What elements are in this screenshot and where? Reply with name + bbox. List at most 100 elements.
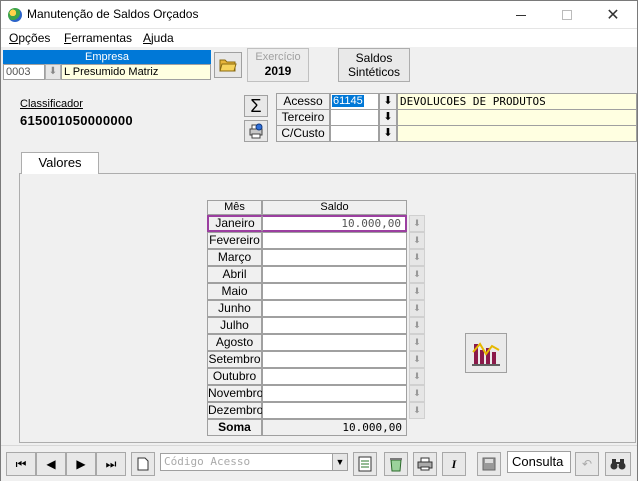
italic-i-icon: I — [451, 456, 457, 471]
ccusto-description — [397, 125, 637, 142]
close-icon: ✕ — [606, 7, 620, 24]
menu-ajuda[interactable]: Ajuda — [143, 31, 174, 45]
maximize-icon — [562, 10, 572, 20]
terceiro-description — [397, 109, 637, 126]
row-dropdown-button[interactable]: ⬇ — [409, 232, 425, 249]
title-bar: Manutenção de Saldos Orçados ✕ — [1, 1, 637, 29]
row-dropdown-button[interactable]: ⬇ — [409, 317, 425, 334]
acesso-input[interactable]: 61145 — [330, 93, 379, 110]
field-row-acesso: Acesso 61145 ⬇ DEVOLUCOES DE PRODUTOS — [276, 93, 637, 110]
row-dropdown-button[interactable]: ⬇ — [409, 300, 425, 317]
undo-icon: ↶ — [581, 457, 593, 471]
tab-valores[interactable]: Valores — [21, 152, 99, 174]
saldo-cell[interactable] — [262, 402, 407, 419]
arrow-down-icon: ⬇ — [413, 218, 421, 228]
row-dropdown-button[interactable]: ⬇ — [409, 402, 425, 419]
month-cell: Maio — [207, 283, 262, 300]
saldo-cell[interactable] — [262, 300, 407, 317]
saldo-cell[interactable] — [262, 232, 407, 249]
exercicio-box: Exercício 2019 — [247, 48, 309, 82]
binoculars-icon — [610, 459, 626, 470]
row-dropdown-button[interactable]: ⬇ — [409, 249, 425, 266]
month-cell: Março — [207, 249, 262, 266]
report-button[interactable] — [244, 120, 268, 142]
info-button[interactable]: I — [442, 452, 466, 476]
empresa-code-field[interactable]: 0003 — [3, 64, 45, 80]
terceiro-dropdown-button[interactable]: ⬇ — [379, 109, 397, 126]
folder-icon — [219, 59, 237, 72]
saldo-cell[interactable] — [262, 266, 407, 283]
row-dropdown-button[interactable]: ⬇ — [409, 283, 425, 300]
row-dropdown-button[interactable]: ⬇ — [409, 215, 425, 232]
exercicio-label: Exercício — [255, 51, 301, 63]
first-record-button[interactable]: ⏮ — [6, 452, 36, 476]
terceiro-label: Terceiro — [276, 109, 330, 126]
arrow-down-icon: ⬇ — [383, 127, 393, 139]
sigma-icon: Σ — [250, 96, 262, 116]
arrow-down-icon: ⬇ — [413, 286, 421, 296]
saldo-cell[interactable] — [262, 334, 407, 351]
field-row-terceiro: Terceiro ⬇ — [276, 109, 637, 126]
minimize-icon — [516, 14, 526, 16]
combo-dropdown-button[interactable]: ▼ — [332, 454, 347, 470]
saldo-cell[interactable]: 10.000,00 — [262, 215, 407, 232]
saldo-cell[interactable] — [262, 283, 407, 300]
save-button[interactable] — [477, 452, 501, 476]
empresa-name-field[interactable]: L Presumido Matriz — [61, 64, 211, 80]
next-record-button[interactable]: ▶ — [66, 452, 96, 476]
arrow-down-icon: ⬇ — [413, 320, 421, 330]
recycle-button[interactable] — [384, 452, 408, 476]
row-dropdown-button[interactable]: ⬇ — [409, 385, 425, 402]
document-grid-icon — [358, 456, 372, 472]
next-icon: ▶ — [76, 457, 86, 471]
field-row-ccusto: C/Custo ⬇ — [276, 125, 637, 142]
month-cell: Julho — [207, 317, 262, 334]
last-record-button[interactable]: ⏭ — [96, 452, 126, 476]
terceiro-input[interactable] — [330, 109, 379, 126]
saldo-cell[interactable] — [262, 368, 407, 385]
app-icon — [8, 8, 22, 22]
row-dropdown-button[interactable]: ⬇ — [409, 351, 425, 368]
first-icon: ⏮ — [15, 456, 27, 471]
ccusto-dropdown-button[interactable]: ⬇ — [379, 125, 397, 142]
month-cell: Fevereiro — [207, 232, 262, 249]
saldo-cell[interactable] — [262, 385, 407, 402]
row-dropdown-button[interactable]: ⬇ — [409, 368, 425, 385]
acesso-label: Acesso — [276, 93, 330, 110]
month-cell: Agosto — [207, 334, 262, 351]
saldo-cell[interactable] — [262, 317, 407, 334]
edit-document-button[interactable] — [353, 452, 377, 476]
recycle-bin-icon — [390, 458, 402, 472]
ccusto-label: C/Custo — [276, 125, 330, 142]
menu-bar: Opções Ferramentas Ajuda — [1, 29, 637, 47]
acesso-dropdown-button[interactable]: ⬇ — [379, 93, 397, 110]
open-folder-button[interactable] — [214, 52, 242, 78]
search-button[interactable] — [605, 452, 631, 476]
minimize-button[interactable] — [498, 1, 544, 29]
close-button[interactable]: ✕ — [590, 1, 636, 29]
maximize-button[interactable] — [544, 1, 590, 29]
saldo-cell[interactable] — [262, 351, 407, 368]
sum-button[interactable]: Σ — [244, 95, 268, 117]
chart-button[interactable] — [465, 333, 507, 373]
menu-opcoes[interactable]: Opções — [9, 31, 50, 45]
saldos-sinteticos-button[interactable]: Saldos Sintéticos — [338, 48, 410, 82]
row-dropdown-button[interactable]: ⬇ — [409, 266, 425, 283]
month-cell: Outubro — [207, 368, 262, 385]
empresa-dropdown-button[interactable]: ⬇ — [45, 64, 61, 80]
codigo-acesso-combo[interactable]: Código Acesso — [160, 453, 348, 471]
new-document-button[interactable] — [131, 452, 155, 476]
arrow-down-icon: ⬇ — [383, 95, 393, 107]
prev-record-button[interactable]: ◀ — [36, 452, 66, 476]
month-cell: Junho — [207, 300, 262, 317]
arrow-down-icon: ⬇ — [383, 111, 393, 123]
triangle-down-icon: ▼ — [335, 457, 345, 467]
menu-ferramentas[interactable]: Ferramentas — [64, 31, 132, 45]
undo-button[interactable]: ↶ — [575, 452, 599, 476]
saldo-cell[interactable] — [262, 249, 407, 266]
print-button[interactable] — [413, 452, 437, 476]
arrow-down-icon: ⬇ — [413, 337, 421, 347]
ccusto-input[interactable] — [330, 125, 379, 142]
row-dropdown-button[interactable]: ⬇ — [409, 334, 425, 351]
month-cell: Setembro — [207, 351, 262, 368]
